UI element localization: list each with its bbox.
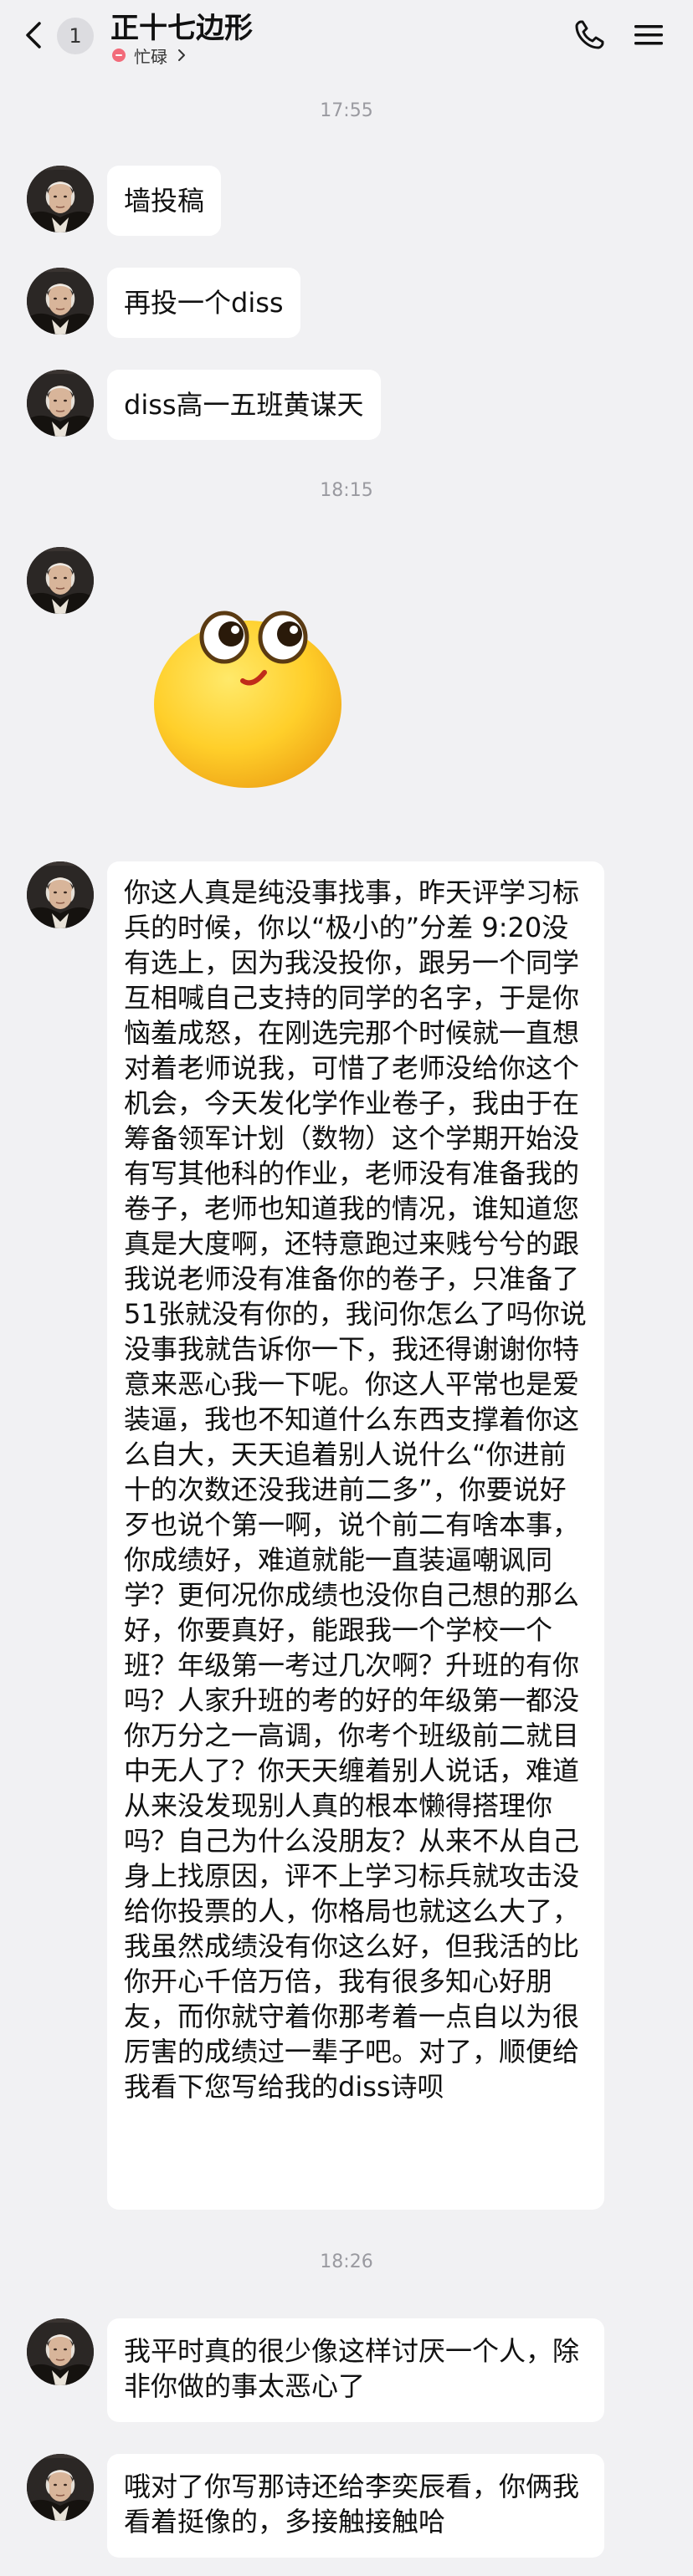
message-bubble[interactable]: 再投一个diss — [107, 268, 300, 338]
avatar[interactable] — [27, 2318, 94, 2385]
avatar-portrait — [27, 2454, 94, 2521]
status-label: 忙碌 — [134, 46, 167, 67]
thinking-face-emoji-sticker[interactable] — [149, 594, 348, 793]
timestamp: 18:15 — [320, 480, 373, 501]
phone-icon — [575, 20, 604, 49]
avatar-portrait — [27, 2318, 94, 2385]
back-button[interactable] — [17, 17, 54, 54]
message-bubble[interactable]: 墙投稿 — [107, 166, 222, 236]
avatar[interactable] — [27, 370, 94, 437]
avatar-portrait — [27, 166, 94, 233]
avatar[interactable] — [27, 166, 94, 233]
menu-icon — [634, 25, 663, 45]
busy-status-icon — [112, 49, 126, 62]
call-button[interactable] — [571, 17, 608, 54]
unread-badge[interactable]: 1 — [57, 18, 94, 54]
emoji-icon — [154, 611, 341, 788]
chevron-right-icon — [178, 49, 185, 61]
message-bubble-long[interactable]: 你这人真是纯没事找事，昨天评学习标兵的时候，你以“极小的”分差 9:20没有选上… — [107, 861, 604, 2210]
timestamp: 17:55 — [320, 100, 373, 121]
message-bubble[interactable]: 我平时真的很少像这样讨厌一个人，除非你做的事太恶心了 — [107, 2318, 604, 2422]
menu-button[interactable] — [631, 17, 666, 54]
avatar[interactable] — [27, 268, 94, 335]
chat-header: 1 正十七边形 忙碌 — [0, 0, 693, 74]
avatar[interactable] — [27, 861, 94, 928]
avatar-portrait — [27, 547, 94, 614]
status-indicator[interactable]: 忙碌 — [112, 43, 187, 67]
avatar-portrait — [27, 268, 94, 335]
avatar[interactable] — [27, 547, 94, 614]
avatar[interactable] — [27, 2454, 94, 2521]
chevron-left-icon — [26, 22, 41, 49]
chat-title[interactable]: 正十七边形 — [110, 5, 253, 46]
avatar-portrait — [27, 861, 94, 928]
message-bubble[interactable]: diss高一五班黄谋天 — [107, 370, 381, 440]
avatar-portrait — [27, 370, 94, 437]
message-bubble[interactable]: 哦对了你写那诗还给李奕辰看，你俩我看着挺像的，多接触接触哈 — [107, 2454, 604, 2558]
timestamp: 18:26 — [320, 2251, 373, 2272]
